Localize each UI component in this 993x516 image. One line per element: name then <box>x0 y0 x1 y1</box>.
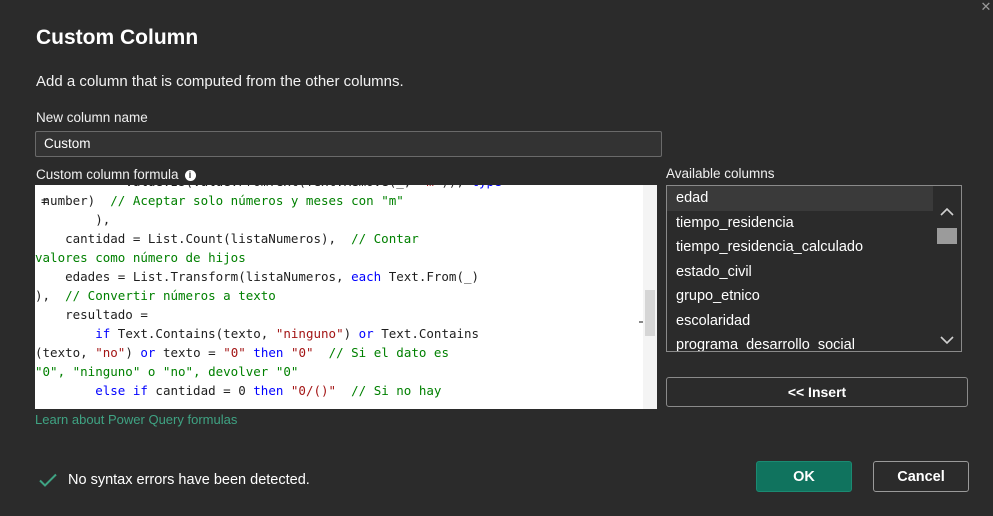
code-token: ), <box>35 212 111 227</box>
code-line: (texto, "no") or texto = "0" then "0" //… <box>35 343 640 362</box>
code-token: // Contar <box>351 231 419 246</box>
new-column-name-input[interactable] <box>35 131 662 157</box>
code-token: then <box>253 345 284 360</box>
formula-scrollbar[interactable] <box>643 185 657 409</box>
check-icon <box>39 473 57 487</box>
code-token: Text.Contains <box>373 326 480 341</box>
ok-button[interactable]: OK <box>756 461 852 492</box>
code-token: if <box>95 326 111 341</box>
code-token: type <box>472 185 502 189</box>
code-token: Text.Contains(texto, <box>110 326 276 341</box>
formula-label: Custom column formula <box>36 167 179 182</box>
code-token: edades = List.Transform(listaNumeros, <box>35 269 352 284</box>
code-token: (texto, <box>35 345 96 360</box>
chevron-up-icon[interactable] <box>939 204 955 220</box>
available-column-item[interactable]: edad <box>667 186 933 211</box>
code-token: cantidad = List.Count(listaNumeros), <box>35 231 352 246</box>
code-token: )), <box>441 185 471 189</box>
code-token: // Si el dato es <box>328 345 449 360</box>
code-token: or <box>358 326 374 341</box>
formula-label-row: Custom column formula i <box>36 167 196 182</box>
code-token: Text.From(_) <box>381 269 480 284</box>
code-line: "0", "ninguno" o "no", devolver "0" <box>35 362 640 381</box>
available-column-item[interactable]: tiempo_residencia <box>667 211 933 236</box>
code-line: resultado = <box>35 305 640 324</box>
formula-code-area[interactable]: Value.Is(Value.FromText(Text.Remove(_, "… <box>35 185 643 409</box>
code-token: "m" <box>419 185 442 189</box>
code-token: Value.Is(Value.FromText(Text.Remove(_, <box>35 185 419 189</box>
code-line: number) // Aceptar solo números y meses … <box>35 191 640 210</box>
code-token: valores como número de hijos <box>35 250 246 265</box>
code-token: "0", "ninguno" o "no", devolver "0" <box>35 364 299 379</box>
code-token: // Si no hay <box>351 383 442 398</box>
code-line: edades = List.Transform(listaNumeros, ea… <box>35 267 640 286</box>
code-token: ), <box>35 288 66 303</box>
code-token: ) <box>343 326 359 341</box>
formula-code: Value.Is(Value.FromText(Text.Remove(_, "… <box>35 185 640 400</box>
code-token: or <box>140 345 156 360</box>
code-line: if Text.Contains(texto, "ninguno") or Te… <box>35 324 640 343</box>
custom-column-dialog: ✕ Custom Column Add a column that is com… <box>0 0 993 516</box>
available-column-item[interactable]: programa_desarrollo_social <box>667 333 933 351</box>
available-column-item[interactable]: tiempo_residencia_calculado <box>667 235 933 260</box>
code-line: ), // Convertir números a texto <box>35 286 640 305</box>
new-column-name-label: New column name <box>36 110 148 125</box>
cancel-button[interactable]: Cancel <box>873 461 969 492</box>
code-token: "0" <box>290 345 314 360</box>
chevron-down-icon[interactable] <box>939 332 955 348</box>
formula-scrollbar-thumb[interactable] <box>645 290 655 336</box>
code-token: // Convertir números a texto <box>65 288 276 303</box>
dialog-description: Add a column that is computed from the o… <box>36 73 404 90</box>
code-token: cantidad = 0 <box>147 383 254 398</box>
code-token: "0/()" <box>290 383 337 398</box>
available-column-item[interactable]: grupo_etnico <box>667 284 933 309</box>
learn-power-query-link[interactable]: Learn about Power Query formulas <box>35 412 237 427</box>
available-columns-scrollbar[interactable] <box>933 186 961 351</box>
code-line: else if cantidad = 0 then "0/()" // Si n… <box>35 381 640 400</box>
close-icon[interactable]: ✕ <box>979 0 993 14</box>
code-token: "ninguno" <box>275 326 344 341</box>
available-columns-items: edad tiempo_residencia tiempo_residencia_c… <box>667 186 933 351</box>
code-token: else if <box>95 383 148 398</box>
code-line: cantidad = List.Count(listaNumeros), // … <box>35 229 640 248</box>
syntax-status: No syntax errors have been detected. <box>38 472 310 488</box>
syntax-status-text: No syntax errors have been detected. <box>68 472 310 488</box>
info-icon[interactable]: i <box>184 170 196 181</box>
available-column-item[interactable]: escolaridad <box>667 309 933 334</box>
insert-button[interactable]: << Insert <box>666 377 968 407</box>
available-column-item[interactable]: estado_civil <box>667 260 933 285</box>
code-token: "0" <box>223 345 246 360</box>
code-token: "no" <box>95 345 126 360</box>
formula-editor[interactable]: Value.Is(Value.FromText(Text.Remove(_, "… <box>35 185 657 409</box>
available-columns-label: Available columns <box>666 166 775 181</box>
code-line: valores como número de hijos <box>35 248 640 267</box>
available-columns-list[interactable]: edad tiempo_residencia tiempo_residencia_c… <box>666 185 962 352</box>
code-token: then <box>253 383 284 398</box>
code-token: resultado = <box>35 307 148 322</box>
margin-marker: = <box>41 194 49 208</box>
code-token: ) <box>125 345 141 360</box>
dialog-title: Custom Column <box>36 26 199 49</box>
code-token: each <box>351 269 382 284</box>
available-columns-scrollbar-thumb[interactable] <box>937 228 957 244</box>
code-line: ), <box>35 210 640 229</box>
code-token: texto = <box>155 345 224 360</box>
code-token: // Aceptar solo números y meses con "m" <box>110 193 404 208</box>
